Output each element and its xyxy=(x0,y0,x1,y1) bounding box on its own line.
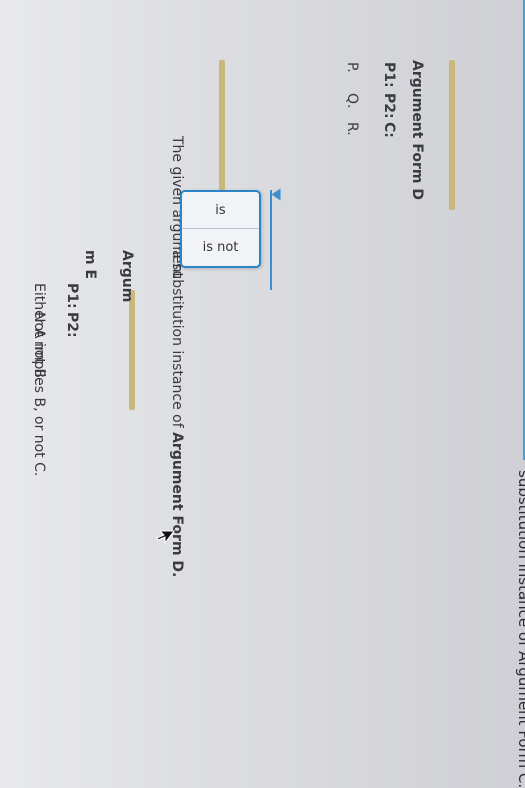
question-suffix-plain: a substitution instance of xyxy=(169,250,185,433)
form-d-value-c: R. xyxy=(344,122,360,136)
form-c-heading: substitution instance of Argument Form C… xyxy=(515,470,525,788)
form-d-label-p1: P1: xyxy=(381,62,397,88)
form-d-label-c: C: xyxy=(381,122,397,138)
screen-content: substitution instance of Argument Form C… xyxy=(0,0,525,788)
section-divider xyxy=(219,60,225,210)
mouse-pointer-icon xyxy=(156,530,175,545)
form-d-label-p2: P2: xyxy=(381,93,397,119)
section-divider xyxy=(129,290,135,410)
select-option-is-not[interactable]: is not xyxy=(182,229,259,265)
form-e-label-p2: P2: xyxy=(64,312,80,338)
form-e-title-left: Argum xyxy=(119,250,135,303)
question-suffix-bold: Argument Form D. xyxy=(169,432,185,578)
section-divider xyxy=(449,60,455,210)
question-suffix: a substitution instance of Argument Form… xyxy=(169,250,185,577)
form-e-value-p2: Not not B. xyxy=(31,312,47,383)
answer-select-underline[interactable] xyxy=(270,190,272,290)
select-option-is[interactable]: is xyxy=(182,192,259,229)
answer-select-menu[interactable]: is is not xyxy=(180,190,261,268)
form-d-value-p2: Q. xyxy=(344,93,360,109)
form-d-title: Argument Form D xyxy=(409,60,425,200)
dropdown-arrow-icon[interactable] xyxy=(271,188,281,201)
form-e-label-p1: P1: xyxy=(64,283,80,309)
form-d-value-p1: P. xyxy=(344,62,360,73)
form-e-title-right: m E xyxy=(82,250,98,280)
